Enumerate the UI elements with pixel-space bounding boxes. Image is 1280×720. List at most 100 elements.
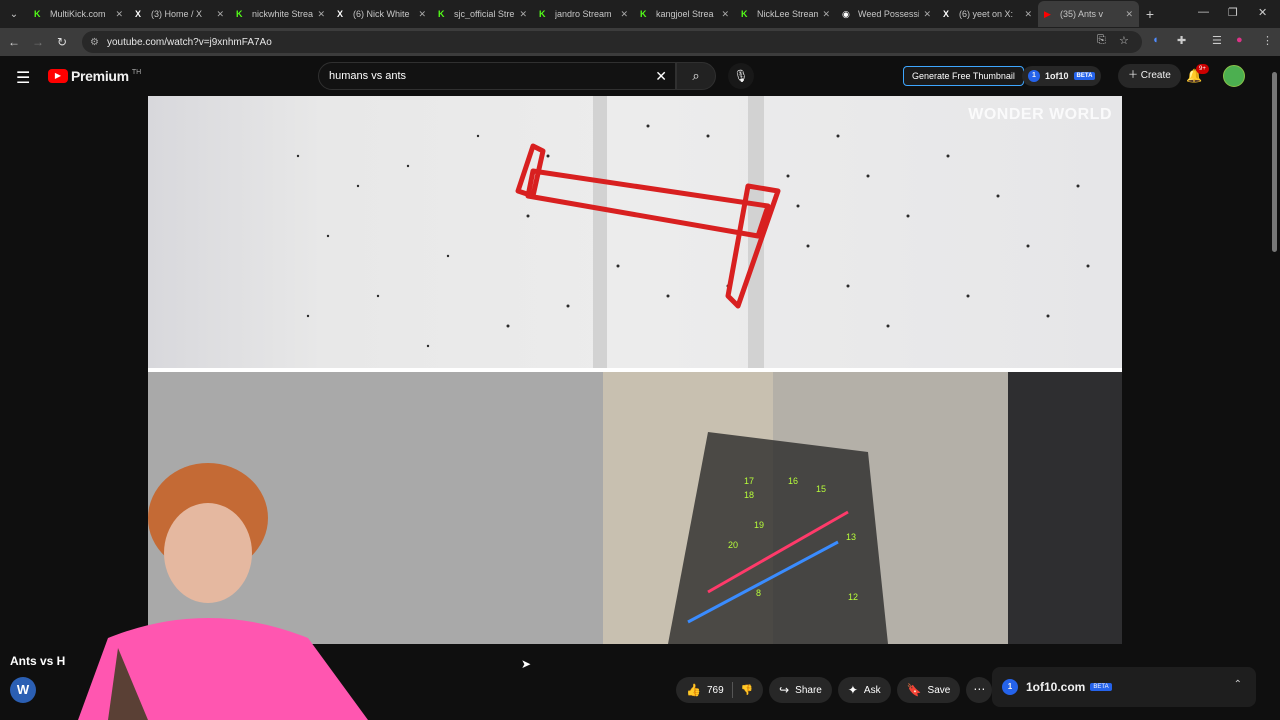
site-info-icon[interactable]: ⚙ xyxy=(90,37,99,48)
close-tab-icon[interactable]: ✕ xyxy=(1125,9,1133,20)
scrollbar-thumb[interactable] xyxy=(1272,72,1277,252)
plus-icon: ＋ xyxy=(1128,70,1138,81)
close-tab-icon[interactable]: ✕ xyxy=(317,9,325,20)
tab-label: Weed Possessi xyxy=(858,9,920,19)
chevron-up-icon[interactable]: ⌃ xyxy=(1234,679,1242,690)
address-bar-row: ← → ↻ ⚙ youtube.com/watch?v=j9xnhmFA7Ao … xyxy=(0,28,1280,56)
generate-thumbnail-button[interactable]: Generate Free Thumbnail xyxy=(903,66,1024,86)
oneof10-label: 1of10 xyxy=(1045,71,1069,81)
close-tab-icon[interactable]: ✕ xyxy=(822,9,830,20)
avatar[interactable] xyxy=(1223,65,1245,87)
close-tab-icon[interactable]: ✕ xyxy=(620,9,628,20)
extension-icon[interactable]: ◖ xyxy=(1152,34,1159,46)
browser-tab[interactable]: X (6) Nick White ✕ xyxy=(331,1,432,27)
mouse-cursor-icon: ➤ xyxy=(521,657,532,671)
tab-label: sjc_official Stre xyxy=(454,9,515,19)
search-button[interactable]: ⌕ xyxy=(676,62,716,90)
like-count[interactable]: 769 xyxy=(707,685,724,696)
tab-list-icon[interactable]: ☰ xyxy=(1212,34,1222,47)
more-actions-icon[interactable]: ⋯ xyxy=(966,677,993,703)
browser-tab[interactable]: X (6) yeet on X: ✕ xyxy=(937,1,1038,27)
browser-tab-bar: ⌄ K MultiKick.com ✕ X (3) Home / X ✕ Knickwhit… xyxy=(0,0,1280,28)
like-dislike-group: 👍 769 👎 xyxy=(676,677,764,703)
browser-tab[interactable]: Kjandro Stream ✕ xyxy=(533,1,634,27)
tab-label: (3) Home / X xyxy=(151,9,203,19)
dislike-icon[interactable]: 👎 xyxy=(741,685,753,696)
svg-text:12: 12 xyxy=(848,592,858,602)
create-label: Create xyxy=(1140,70,1171,81)
close-tab-icon[interactable]: ✕ xyxy=(923,9,931,20)
tab-favicon-icon: K xyxy=(438,9,445,19)
page-scrollbar[interactable] xyxy=(1270,60,1278,720)
svg-text:15: 15 xyxy=(816,484,826,494)
search-input[interactable]: humans vs ants ✕ xyxy=(318,62,676,90)
svg-text:18: 18 xyxy=(744,490,754,500)
url-text: youtube.com/watch?v=j9xnhmFA7Ao xyxy=(106,36,272,48)
streamer-webcam xyxy=(78,463,368,720)
tab-label: kangjoel Strea xyxy=(656,9,714,19)
close-tab-icon[interactable]: ✕ xyxy=(115,9,123,20)
reload-icon[interactable]: ↻ xyxy=(50,35,74,49)
create-button[interactable]: ＋ Create xyxy=(1118,64,1181,88)
minimize-icon[interactable]: — xyxy=(1198,6,1209,18)
close-tab-icon[interactable]: ✕ xyxy=(519,9,527,20)
browser-tab[interactable]: ◉ Weed Possessi ✕ xyxy=(836,1,937,27)
voice-search-icon[interactable]: 🎙 xyxy=(728,63,754,89)
svg-text:8: 8 xyxy=(756,588,761,598)
svg-text:19: 19 xyxy=(754,520,764,530)
like-separator xyxy=(731,682,733,698)
tab-favicon-icon: K xyxy=(640,9,647,19)
panel-beta-badge: BETA xyxy=(1090,683,1112,691)
browser-tab[interactable]: Kkangjoel Strea ✕ xyxy=(634,1,735,27)
bookmark-star-icon[interactable]: ☆ xyxy=(1119,34,1129,47)
like-icon[interactable]: 👍 xyxy=(686,683,701,697)
tab-search-icon[interactable]: ⌄ xyxy=(0,9,28,20)
restore-icon[interactable]: ❐ xyxy=(1228,6,1238,19)
video-actions: 👍 769 👎 ↪ Share ✦ Ask 🔖 Save ⋯ xyxy=(676,677,993,703)
tab-label: NickLee Stream xyxy=(757,9,819,19)
profile-icon[interactable]: ● xyxy=(1236,34,1243,46)
svg-text:17: 17 xyxy=(744,476,754,486)
browser-tab[interactable]: Knickwhite Strea ✕ xyxy=(230,1,331,27)
close-tab-icon[interactable]: ✕ xyxy=(418,9,426,20)
oneof10-side-panel[interactable]: 1 1of10.com BETA ⌃ xyxy=(992,667,1256,707)
tab-label: (6) yeet on X: xyxy=(959,9,1014,19)
save-button[interactable]: 🔖 Save xyxy=(896,677,961,703)
browser-tab[interactable]: ▶ (35) Ants v ✕ xyxy=(1038,1,1139,27)
ask-button[interactable]: ✦ Ask xyxy=(837,677,891,703)
channel-avatar[interactable]: W xyxy=(10,677,36,703)
close-tab-icon[interactable]: ✕ xyxy=(1024,9,1032,20)
tab-label: jandro Stream xyxy=(555,9,612,19)
close-tab-icon[interactable]: ✕ xyxy=(216,9,224,20)
brand-text: Premium xyxy=(71,68,129,84)
share-label: Share xyxy=(795,684,822,696)
notification-count-badge: 9+ xyxy=(1196,64,1209,74)
oneof10-logo-icon: 1 xyxy=(1028,70,1040,82)
forward-icon[interactable]: → xyxy=(26,35,50,49)
browser-tab[interactable]: K NickLee Stream ✕ xyxy=(735,1,836,27)
svg-text:13: 13 xyxy=(846,532,856,542)
browser-tab[interactable]: K MultiKick.com ✕ xyxy=(28,1,129,27)
sparkle-icon: ✦ xyxy=(847,683,858,697)
video-top-frame: WONDER WORLD xyxy=(148,96,1122,368)
youtube-header: ☰ ▶ Premium TH humans vs ants ✕ ⌕ 🎙 Gene… xyxy=(0,56,1280,96)
share-button[interactable]: ↪ Share xyxy=(769,677,832,703)
install-icon[interactable]: ⎘ xyxy=(1097,34,1106,47)
youtube-logo[interactable]: ▶ Premium TH xyxy=(48,68,141,84)
new-tab-button[interactable]: + xyxy=(1139,6,1161,22)
url-field[interactable]: ⚙ youtube.com/watch?v=j9xnhmFA7Ao xyxy=(82,31,1142,53)
extensions-puzzle-icon[interactable]: ✚ xyxy=(1177,34,1186,47)
back-icon[interactable]: ← xyxy=(2,35,26,49)
oneof10-button[interactable]: 1 1of10 BETA xyxy=(1022,66,1102,86)
tab-favicon-icon: K xyxy=(539,9,546,19)
browser-tab[interactable]: Ksjc_official Stre ✕ xyxy=(432,1,533,27)
youtube-play-icon: ▶ xyxy=(48,69,68,83)
browser-tab[interactable]: X (3) Home / X ✕ xyxy=(129,1,230,27)
channel-watermark: WONDER WORLD xyxy=(968,106,1112,123)
clear-search-icon[interactable]: ✕ xyxy=(655,68,667,85)
tab-favicon-icon: X xyxy=(135,9,142,19)
menu-icon[interactable]: ⋮ xyxy=(1262,34,1273,47)
hamburger-menu-icon[interactable]: ☰ xyxy=(16,68,30,88)
close-window-icon[interactable]: ✕ xyxy=(1258,6,1267,19)
close-tab-icon[interactable]: ✕ xyxy=(721,9,729,20)
